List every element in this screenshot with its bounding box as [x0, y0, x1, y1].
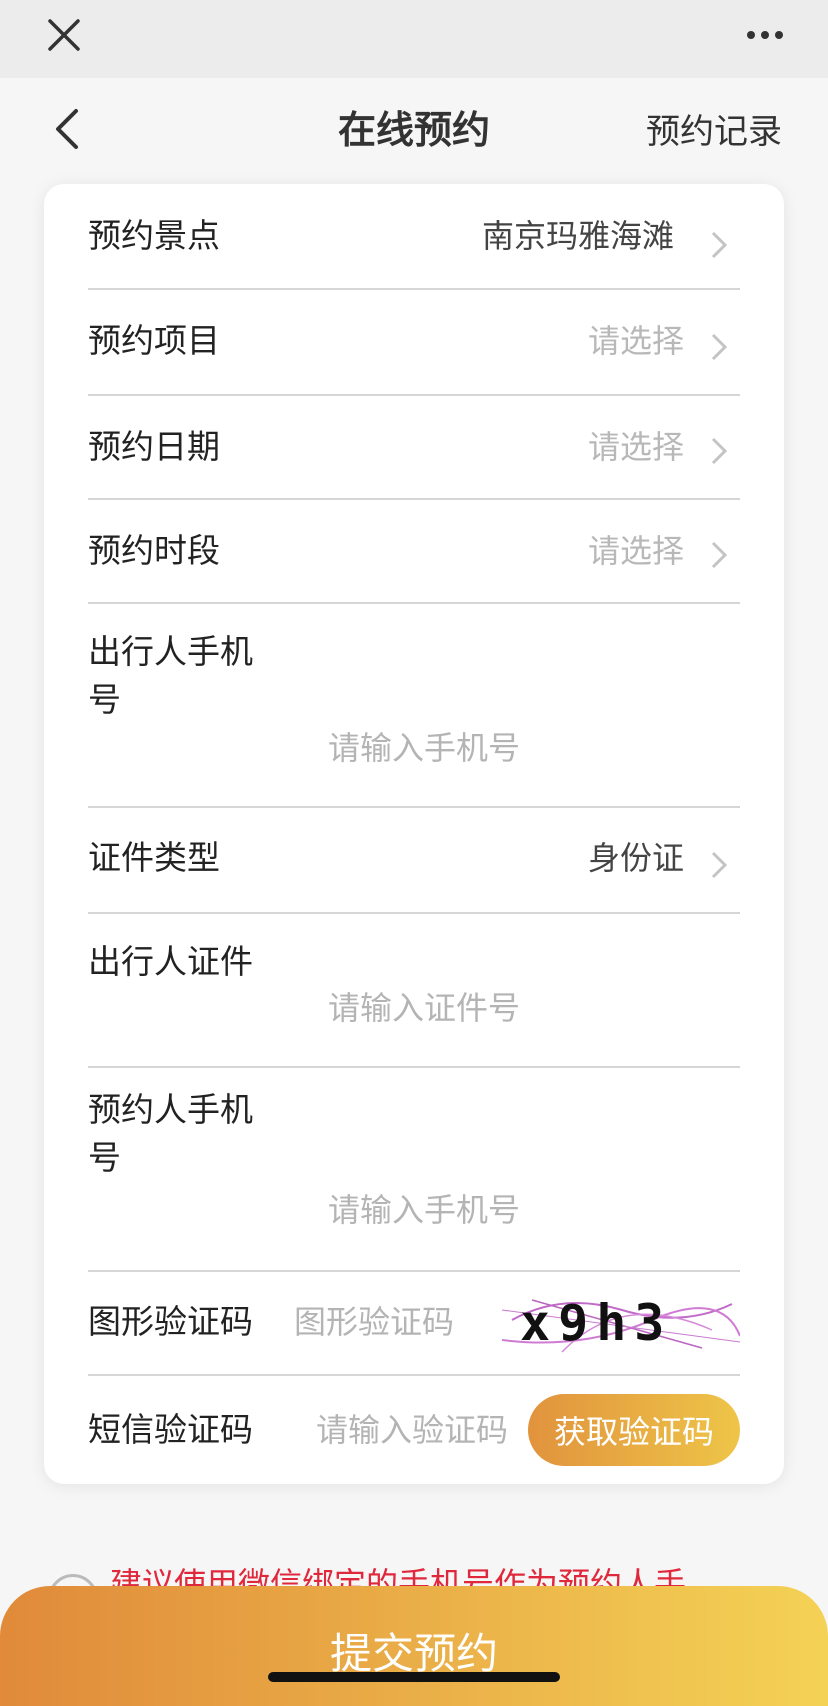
booker-phone-label-line2: 号 [88, 1138, 121, 1177]
booking-form-card: 预约景点 南京玛雅海滩 预约项目 请选择 预约日期 请选择 预约时段 请选择 出… [44, 184, 784, 1484]
item-row[interactable]: 预约项目 请选择 [88, 288, 740, 396]
home-indicator [268, 1672, 560, 1682]
date-label: 预约日期 [88, 427, 220, 466]
sms-code-row: 短信验证码 请输入验证码 获取验证码 [88, 1374, 740, 1484]
chevron-right-icon [711, 541, 728, 569]
id-type-label: 证件类型 [88, 838, 220, 877]
sms-code-input[interactable]: 请输入验证码 [316, 1406, 508, 1454]
chevron-right-icon [711, 437, 728, 465]
traveler-id-input[interactable]: 请输入证件号 [328, 984, 520, 1032]
traveler-phone-row: 出行人手机 号 请输入手机号 [88, 602, 740, 808]
id-type-row[interactable]: 证件类型 身份证 [88, 806, 740, 914]
image-captcha-input[interactable]: 图形验证码 [294, 1298, 454, 1346]
chevron-right-icon [711, 231, 728, 259]
date-select: 请选择 [587, 428, 684, 466]
timeslot-label: 预约时段 [88, 531, 220, 570]
chevron-right-icon [711, 851, 728, 879]
records-link[interactable]: 预约记录 [646, 104, 782, 153]
close-icon[interactable] [46, 17, 82, 53]
booker-phone-input[interactable]: 请输入手机号 [328, 1186, 520, 1234]
submit-button[interactable]: 提交预约 [0, 1586, 828, 1706]
traveler-id-row: 出行人证件 请输入证件号 [88, 912, 740, 1068]
attraction-label: 预约景点 [88, 216, 220, 255]
sms-code-label: 短信验证码 [88, 1410, 253, 1449]
traveler-phone-label-line1: 出行人手机 [88, 632, 253, 671]
browser-top-bar [0, 0, 828, 78]
booker-phone-row: 预约人手机 号 请输入手机号 [88, 1066, 740, 1272]
captcha-text: x9h3 [520, 1294, 673, 1352]
item-label: 预约项目 [88, 321, 220, 360]
image-captcha-row: 图形验证码 图形验证码 x9h3 [88, 1270, 740, 1376]
more-icon[interactable] [745, 22, 785, 48]
attraction-row[interactable]: 预约景点 南京玛雅海滩 [88, 184, 740, 290]
captcha-image[interactable]: x9h3 [502, 1290, 740, 1356]
attraction-value: 南京玛雅海滩 [481, 217, 674, 255]
timeslot-select: 请选择 [587, 532, 684, 570]
booker-phone-label-line1: 预约人手机 [88, 1090, 253, 1129]
timeslot-row[interactable]: 预约时段 请选择 [88, 498, 740, 604]
id-type-value: 身份证 [587, 839, 684, 877]
date-row[interactable]: 预约日期 请选择 [88, 394, 740, 500]
image-captcha-label: 图形验证码 [88, 1302, 253, 1341]
get-code-button[interactable]: 获取验证码 [528, 1394, 740, 1466]
traveler-phone-input[interactable]: 请输入手机号 [328, 724, 520, 772]
traveler-id-label: 出行人证件 [88, 942, 253, 981]
item-select: 请选择 [587, 322, 684, 360]
chevron-right-icon [711, 333, 728, 361]
traveler-phone-label-line2: 号 [88, 680, 121, 719]
